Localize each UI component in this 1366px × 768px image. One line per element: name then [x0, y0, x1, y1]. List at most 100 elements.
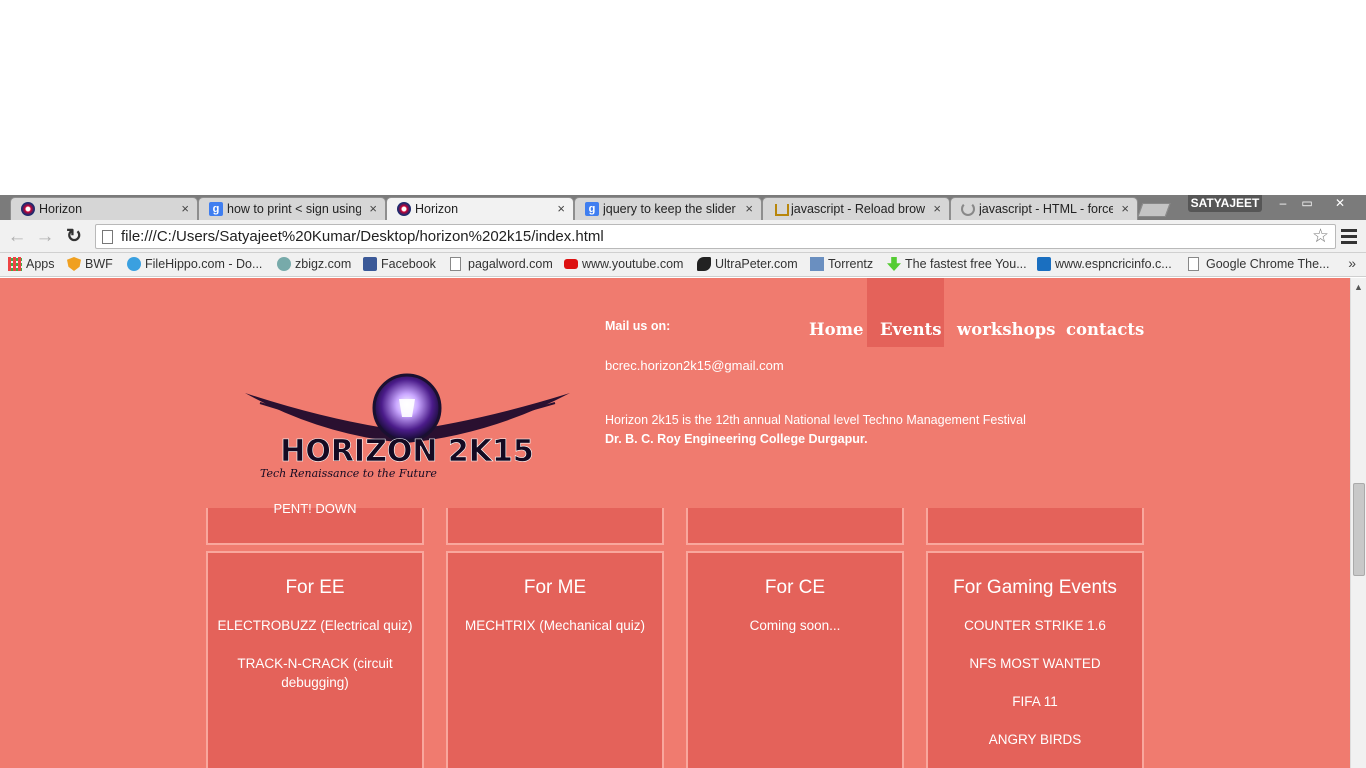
- tab-label: how to print < sign using: [227, 202, 361, 216]
- bookmark-label: www.youtube.com: [582, 257, 684, 271]
- browser-toolbar: ← → ↻ file:///C:/Users/Satyajeet%20Kumar…: [0, 220, 1366, 253]
- shield-icon: [67, 257, 81, 271]
- minimize-icon[interactable]: –: [1270, 195, 1296, 212]
- close-tab-icon[interactable]: ×: [933, 201, 941, 216]
- bookmark-label: zbigz.com: [295, 257, 352, 271]
- bookmark-ultrapeter[interactable]: UltraPeter.com: [697, 257, 798, 271]
- address-bar[interactable]: file:///C:/Users/Satyajeet%20Kumar/Deskt…: [95, 224, 1336, 249]
- tab-horizon-active[interactable]: Horizon ×: [386, 197, 574, 220]
- bookmark-label: Apps: [26, 257, 55, 271]
- facebook-icon: [363, 257, 377, 271]
- college-name: Dr. B. C. Roy Engineering College Durgap…: [605, 432, 868, 446]
- logo-tagline: Tech Renaissance to the Future: [260, 467, 437, 480]
- bookmark-label: Google Chrome The...: [1206, 257, 1330, 271]
- tab-google-print[interactable]: g how to print < sign using ×: [198, 197, 386, 220]
- festival-description: Horizon 2k15 is the 12th annual National…: [605, 413, 1026, 427]
- bookmark-label: Torrentz: [828, 257, 874, 271]
- close-tab-icon[interactable]: ×: [557, 201, 565, 216]
- scroll-up-arrow-icon[interactable]: ▲: [1354, 282, 1363, 292]
- close-tab-icon[interactable]: ×: [181, 201, 189, 216]
- event-item[interactable]: NFS MOST WANTED: [936, 654, 1134, 673]
- tab-label: Horizon: [415, 202, 459, 216]
- apps-grid-icon: [8, 257, 22, 271]
- nav-workshops[interactable]: workshops: [957, 320, 1055, 339]
- youtube-icon: [564, 259, 578, 269]
- page-icon: [450, 257, 461, 271]
- bookmark-bwf[interactable]: BWF: [67, 257, 113, 271]
- blank-area: [0, 0, 1366, 195]
- page-icon: [1188, 257, 1199, 271]
- bookmark-pagalword[interactable]: pagalword.com: [450, 257, 553, 271]
- horizon-favicon-icon: [397, 202, 411, 216]
- event-item[interactable]: COUNTER STRIKE 1.6: [936, 616, 1134, 635]
- email-link[interactable]: bcrec.horizon2k15@gmail.com: [605, 358, 784, 373]
- bookmark-torrentz[interactable]: Torrentz: [810, 257, 873, 271]
- event-card-ce: For CE Coming soon...: [686, 551, 904, 768]
- new-tab-button[interactable]: [1137, 203, 1171, 217]
- tab-label: Horizon: [39, 202, 83, 216]
- restore-icon[interactable]: ▭: [1294, 195, 1320, 212]
- forward-arrow-icon[interactable]: →: [34, 226, 56, 248]
- back-arrow-icon[interactable]: ←: [6, 226, 28, 248]
- loading-spinner-icon: [961, 202, 975, 216]
- event-item[interactable]: FIFA 11: [936, 692, 1134, 711]
- event-card-partial: [926, 508, 1144, 545]
- google-favicon-icon: g: [209, 202, 223, 216]
- tab-javascript-force[interactable]: javascript - HTML - force ×: [950, 197, 1138, 220]
- reload-icon[interactable]: ↻: [63, 226, 85, 248]
- espncricinfo-icon: [1037, 257, 1051, 271]
- bookmark-facebook[interactable]: Facebook: [363, 257, 436, 271]
- zbigz-icon: [277, 257, 291, 271]
- chrome-menu-icon[interactable]: [1341, 229, 1357, 244]
- torrentz-icon: [810, 257, 824, 271]
- card-title: For ME: [523, 577, 587, 598]
- stackoverflow-favicon-icon: [773, 202, 789, 216]
- profile-name-badge[interactable]: SATYAJEET: [1188, 195, 1262, 212]
- tab-google-jquery[interactable]: g jquery to keep the slider a ×: [574, 197, 762, 220]
- scrollbar-thumb[interactable]: [1353, 483, 1365, 576]
- close-tab-icon[interactable]: ×: [745, 201, 753, 216]
- event-card-gaming: For Gaming Events COUNTER STRIKE 1.6 NFS…: [926, 551, 1144, 768]
- event-item[interactable]: MECHTRIX (Mechanical quiz): [456, 616, 654, 635]
- bookmarks-bar: Apps BWF FileHippo.com - Do... zbigz.com…: [0, 253, 1366, 277]
- nav-events[interactable]: Events: [880, 320, 942, 339]
- bookmark-chrome-theme[interactable]: Google Chrome The...: [1188, 257, 1329, 271]
- url-text[interactable]: file:///C:/Users/Satyajeet%20Kumar/Deskt…: [121, 228, 604, 245]
- close-tab-icon[interactable]: ×: [1121, 201, 1129, 216]
- nav-home[interactable]: Home: [809, 320, 864, 339]
- download-arrow-icon: [887, 257, 901, 271]
- bookmark-label: www.espncricinfo.c...: [1055, 257, 1172, 271]
- bookmark-zbigz[interactable]: zbigz.com: [277, 257, 351, 271]
- event-item[interactable]: ELECTROBUZZ (Electrical quiz): [216, 616, 414, 635]
- tab-stackoverflow-reload[interactable]: javascript - Reload brows ×: [762, 197, 950, 220]
- bookmark-label: pagalword.com: [468, 257, 553, 271]
- bookmark-filehippo[interactable]: FileHippo.com - Do...: [127, 257, 262, 271]
- event-card-me: For ME MECHTRIX (Mechanical quiz): [446, 551, 664, 768]
- vertical-scrollbar[interactable]: ▲: [1350, 278, 1366, 768]
- web-page: HORIZON 2K15 Tech Renaissance to the Fut…: [0, 278, 1350, 768]
- close-window-icon[interactable]: ✕: [1327, 195, 1353, 212]
- page-icon: [102, 230, 113, 244]
- bookmarks-overflow-chevron-icon[interactable]: »: [1348, 255, 1356, 271]
- horizon-favicon-icon: [21, 202, 35, 216]
- nav-contacts[interactable]: contacts: [1066, 320, 1144, 339]
- card-title: For EE: [285, 577, 345, 598]
- event-card-ee: For EE ELECTROBUZZ (Electrical quiz) TRA…: [206, 551, 424, 768]
- bookmark-label: BWF: [85, 257, 113, 271]
- event-item[interactable]: TRACK-N-CRACK (circuit debugging): [216, 654, 414, 692]
- bookmark-espncricinfo[interactable]: www.espncricinfo.c...: [1037, 257, 1172, 271]
- tab-label: javascript - Reload brows: [791, 202, 925, 216]
- event-item[interactable]: ANGRY BIRDS: [936, 730, 1134, 749]
- mail-label: Mail us on:: [605, 319, 671, 333]
- tab-horizon-1[interactable]: Horizon ×: [10, 197, 198, 220]
- bookmark-label: Facebook: [381, 257, 436, 271]
- tab-label: javascript - HTML - force: [979, 202, 1113, 216]
- bookmark-label: FileHippo.com - Do...: [145, 257, 263, 271]
- bookmark-star-icon[interactable]: ☆: [1312, 225, 1329, 248]
- bookmark-fastest-free[interactable]: The fastest free You...: [887, 257, 1027, 271]
- event-card-partial: [446, 508, 664, 545]
- close-tab-icon[interactable]: ×: [369, 201, 377, 216]
- bookmark-youtube[interactable]: www.youtube.com: [564, 257, 683, 271]
- card-title: For CE: [764, 577, 826, 598]
- bookmark-apps[interactable]: Apps: [8, 257, 55, 271]
